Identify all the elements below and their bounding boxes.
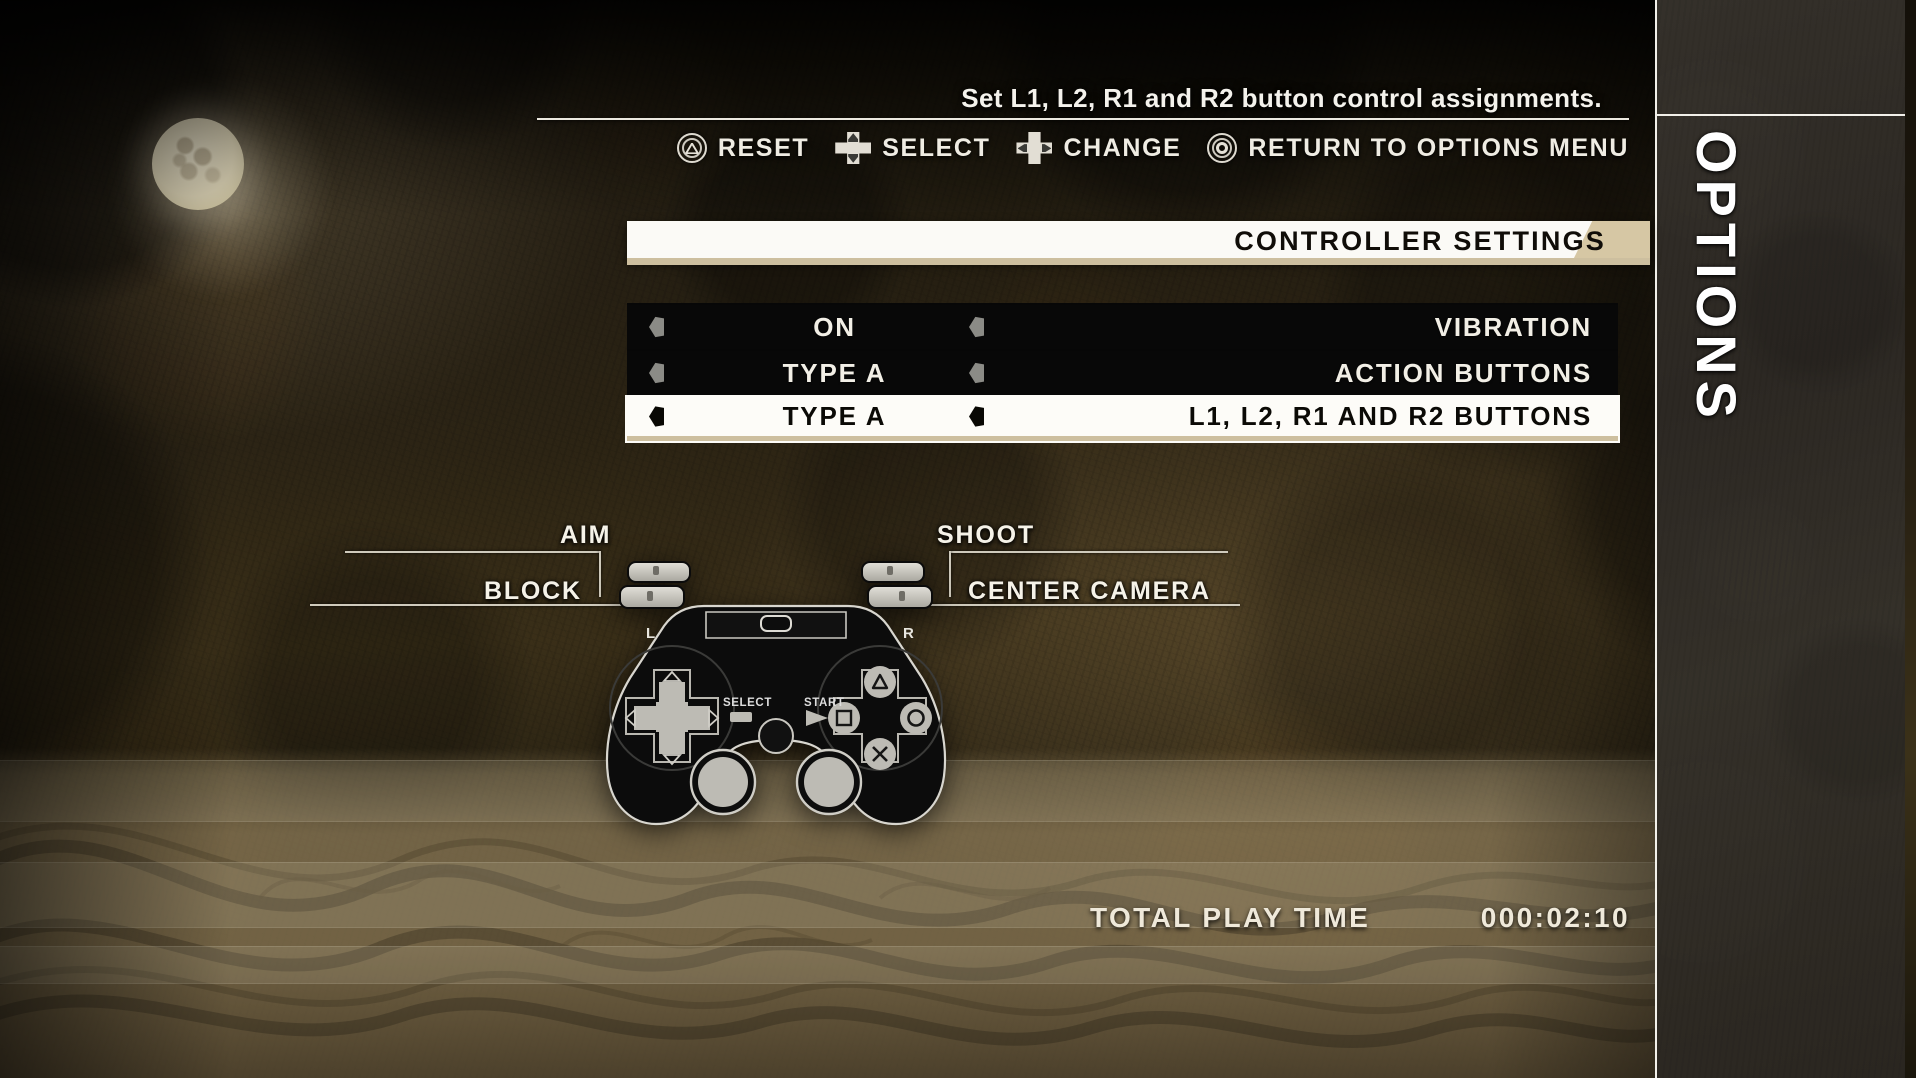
panel-top-rule xyxy=(1655,114,1916,116)
page-title: CONTROLLER SETTINGS xyxy=(1234,226,1606,256)
legend-label-reset: RESET xyxy=(717,133,810,162)
options-vertical-label: OPTIONS xyxy=(1685,130,1748,425)
controller-label-l2: AIM xyxy=(560,521,612,549)
bumper-r1 xyxy=(867,585,933,609)
moon-icon xyxy=(152,118,244,210)
settings-row-value: ON xyxy=(813,311,856,342)
dpad-horizontal-icon xyxy=(1016,132,1053,164)
leader-line-r2-horizontal xyxy=(950,551,1228,553)
settings-row-value: TYPE A xyxy=(782,401,887,431)
title-underline xyxy=(627,258,1650,265)
button-legend: RESET SELECT CHANGE RETURN TO OPTIONS ME… xyxy=(537,128,1629,168)
header-divider xyxy=(537,118,1629,120)
home-button xyxy=(758,718,794,754)
playtime-value: 000:02:10 xyxy=(1480,902,1630,933)
legend-item-reset[interactable]: RESET xyxy=(676,133,810,163)
settings-row-label: L1, L2, R1 AND R2 BUTTONS xyxy=(1188,401,1592,431)
panel-left-rule xyxy=(1655,0,1657,1078)
dpad-vertical-icon xyxy=(835,132,872,164)
shoulder-marking-l: L xyxy=(646,625,655,642)
usb-port xyxy=(760,615,792,632)
screen: OPTIONS Set L1, L2, R1 and R2 button con… xyxy=(0,0,1916,1078)
select-button xyxy=(730,712,752,722)
circle-button xyxy=(900,702,932,734)
settings-list: ON VIBRATION TYPE A ACTION BUTTONS TYPE … xyxy=(627,305,1618,441)
settings-row-value: TYPE A xyxy=(782,357,887,388)
total-play-time: TOTAL PLAY TIME 000:02:10 xyxy=(1090,898,1630,938)
trigger-r2 xyxy=(861,561,925,583)
shoulder-marking-r: R xyxy=(903,625,914,642)
legend-item-return[interactable]: RETURN TO OPTIONS MENU xyxy=(1207,133,1629,163)
legend-item-change[interactable]: CHANGE xyxy=(1016,132,1181,164)
settings-row-label: ACTION BUTTONS xyxy=(1334,357,1592,388)
left-analog-stick xyxy=(698,757,748,807)
triangle-button xyxy=(864,666,896,698)
legend-item-select[interactable]: SELECT xyxy=(835,132,990,164)
legend-label-change: CHANGE xyxy=(1063,133,1182,162)
select-marking: SELECT xyxy=(723,697,772,709)
settings-row-label: VIBRATION xyxy=(1434,311,1592,342)
playtime-label: TOTAL PLAY TIME xyxy=(1090,902,1371,933)
far-right-edge xyxy=(1905,0,1916,1078)
controller-label-r1: CENTER CAMERA xyxy=(968,577,1211,605)
value-left-arrow-icon[interactable] xyxy=(649,406,664,427)
leader-line-l1-horizontal xyxy=(345,551,601,553)
start-marking: START xyxy=(804,697,844,709)
triangle-glyph xyxy=(685,142,699,154)
settings-row-shoulder-buttons[interactable]: TYPE A L1, L2, R1 AND R2 BUTTONS xyxy=(627,397,1618,441)
settings-row-action-buttons[interactable]: TYPE A ACTION BUTTONS xyxy=(627,351,1618,395)
circle-button-icon xyxy=(1207,133,1238,163)
dpad-right xyxy=(686,706,710,730)
settings-row-vibration[interactable]: ON VIBRATION xyxy=(627,305,1618,349)
section-title-bar: CONTROLLER SETTINGS xyxy=(627,221,1650,262)
circle-glyph xyxy=(1216,142,1229,154)
trigger-l2 xyxy=(627,561,691,583)
dualshock-controller-graphic: L R SELECT START xyxy=(556,560,996,860)
triangle-button-icon xyxy=(676,133,707,163)
dpad-left xyxy=(634,706,658,730)
legend-label-select: SELECT xyxy=(882,133,991,162)
bumper-l1 xyxy=(619,585,685,609)
legend-label-return: RETURN TO OPTIONS MENU xyxy=(1248,133,1629,162)
dpad-down xyxy=(659,730,685,754)
value-left-arrow-icon[interactable] xyxy=(649,362,664,384)
value-left-arrow-icon[interactable] xyxy=(649,316,664,338)
hint-text: Set L1, L2, R1 and R2 button control ass… xyxy=(961,83,1602,113)
controller-label-r2: SHOOT xyxy=(937,521,1035,549)
right-analog-stick xyxy=(804,757,854,807)
